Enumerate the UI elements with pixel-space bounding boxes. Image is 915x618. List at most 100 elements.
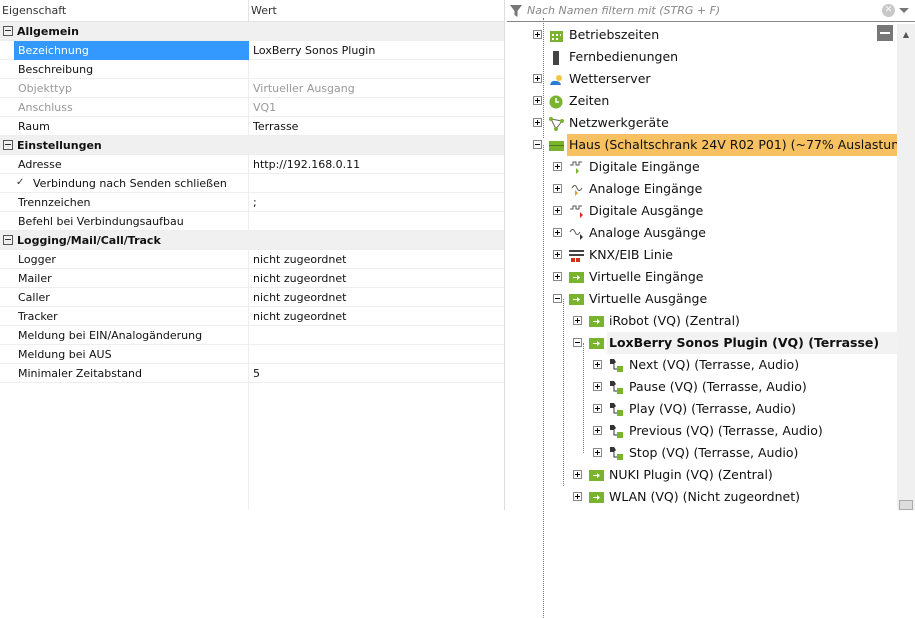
tree-item-label[interactable]: Virtuelle Eingänge xyxy=(587,266,705,288)
property-row[interactable]: Trennzeichen; xyxy=(0,193,504,212)
tree-item[interactable]: KNX/EIB Linie xyxy=(507,244,897,266)
property-value[interactable]: LoxBerry Sonos Plugin xyxy=(249,44,504,57)
property-row[interactable]: Objekttyp Virtueller Ausgang xyxy=(0,79,504,98)
expand-icon[interactable] xyxy=(553,228,562,237)
tree-item-label[interactable]: iRobot (VQ) (Zentral) xyxy=(607,310,742,332)
property-row[interactable]: Beschreibung xyxy=(0,60,504,79)
chevron-down-icon[interactable] xyxy=(899,8,909,13)
expand-icon[interactable] xyxy=(573,492,582,501)
property-value[interactable]: 5 xyxy=(249,367,504,380)
expand-icon[interactable] xyxy=(553,162,562,171)
expand-icon[interactable] xyxy=(593,448,602,457)
tree-item[interactable]: Virtuelle Eingänge xyxy=(507,266,897,288)
collapse-icon[interactable] xyxy=(3,235,13,245)
expand-icon[interactable] xyxy=(573,316,582,325)
expand-icon[interactable] xyxy=(553,206,562,215)
collapse-icon[interactable] xyxy=(553,294,562,303)
expand-icon[interactable] xyxy=(553,272,562,281)
scrollbar[interactable]: ▲ xyxy=(897,24,915,510)
tree-item[interactable]: Pause (VQ) (Terrasse, Audio) xyxy=(507,376,897,398)
property-value[interactable]: ; xyxy=(249,196,504,209)
property-row[interactable]: Meldung bei EIN/Analogänderung xyxy=(0,326,504,345)
tree-item[interactable]: Analoge Ausgänge xyxy=(507,222,897,244)
property-value[interactable]: nicht zugeordnet xyxy=(249,272,504,285)
tree-item[interactable]: Betriebszeiten xyxy=(507,24,897,46)
expand-icon[interactable] xyxy=(593,404,602,413)
tree-item-label[interactable]: Wetterserver xyxy=(567,68,653,90)
property-value[interactable]: nicht zugeordnet xyxy=(249,310,504,323)
tree-item-label[interactable]: Next (VQ) (Terrasse, Audio) xyxy=(627,354,801,376)
property-row[interactable]: Anschluss VQ1 xyxy=(0,98,504,117)
category-row[interactable]: Einstellungen xyxy=(0,136,504,155)
property-row[interactable]: Raum Terrasse xyxy=(0,117,504,136)
tree-item[interactable]: Play (VQ) (Terrasse, Audio) xyxy=(507,398,897,420)
tree-item[interactable]: Zeiten xyxy=(507,90,897,112)
tree-item-label[interactable]: Analoge Eingänge xyxy=(587,178,704,200)
property-value[interactable]: nicht zugeordnet xyxy=(249,291,504,304)
category-row[interactable]: Logging/Mail/Call/Track xyxy=(0,231,504,250)
tree-item[interactable]: WLAN (VQ) (Nicht zugeordnet) xyxy=(507,486,897,508)
tree-item[interactable]: Virtuelle Ausgänge xyxy=(507,288,897,310)
expand-icon[interactable] xyxy=(593,382,602,391)
scroll-up-icon[interactable]: ▲ xyxy=(897,30,915,39)
tree-item-label[interactable]: Fernbedienungen xyxy=(567,46,680,68)
category-row[interactable]: Allgemein xyxy=(0,22,504,41)
expand-icon[interactable] xyxy=(573,470,582,479)
tree-item[interactable]: Next (VQ) (Terrasse, Audio) xyxy=(507,354,897,376)
property-row[interactable]: Adresse http://192.168.0.11 xyxy=(0,155,504,174)
expand-icon[interactable] xyxy=(533,74,542,83)
property-row[interactable]: ✓ Verbindung nach Senden schließen xyxy=(0,174,504,193)
property-row[interactable]: Befehl bei Verbindungsaufbau xyxy=(0,212,504,231)
property-value[interactable]: VQ1 xyxy=(249,101,504,114)
property-row[interactable]: Logger nicht zugeordnet xyxy=(0,250,504,269)
tree-item-label[interactable]: Analoge Ausgänge xyxy=(587,222,708,244)
tree-item-label[interactable]: Betriebszeiten xyxy=(567,24,661,46)
tree-item-label[interactable]: Play (VQ) (Terrasse, Audio) xyxy=(627,398,798,420)
tree-item[interactable]: Netzwerkgeräte xyxy=(507,112,897,134)
tree-item[interactable]: iRobot (VQ) (Zentral) xyxy=(507,310,897,332)
expand-icon[interactable] xyxy=(553,250,562,259)
filter-input[interactable]: Nach Namen filtern mit (STRG + F) xyxy=(527,4,882,17)
collapse-icon[interactable] xyxy=(573,338,582,347)
expand-icon[interactable] xyxy=(593,360,602,369)
checkbox[interactable]: ✓ xyxy=(16,177,27,189)
property-value[interactable]: nicht zugeordnet xyxy=(249,253,504,266)
property-row[interactable]: Mailer nicht zugeordnet xyxy=(0,269,504,288)
tree-item[interactable]: Wetterserver xyxy=(507,68,897,90)
scrollbar-thumb[interactable] xyxy=(899,500,913,510)
tree-item-label[interactable]: NUKI Plugin (VQ) (Zentral) xyxy=(607,464,775,486)
expand-icon[interactable] xyxy=(593,426,602,435)
tree-item[interactable]: NUKI Plugin (VQ) (Zentral) xyxy=(507,464,897,486)
tree-item-label[interactable]: Previous (VQ) (Terrasse, Audio) xyxy=(627,420,825,442)
tree-item-label[interactable]: Zeiten xyxy=(567,90,611,112)
expand-icon[interactable] xyxy=(553,184,562,193)
tree-item[interactable]: Fernbedienungen xyxy=(507,46,897,68)
tree-item[interactable]: Stop (VQ) (Terrasse, Audio) xyxy=(507,442,897,464)
collapse-icon[interactable] xyxy=(3,26,13,36)
tree-item[interactable]: Digitale Ausgänge xyxy=(507,200,897,222)
tree-item-label[interactable]: WLAN (VQ) (Nicht zugeordnet) xyxy=(607,486,802,508)
property-row[interactable]: Meldung bei AUS xyxy=(0,345,504,364)
property-row[interactable]: Bezeichnung LoxBerry Sonos Plugin xyxy=(0,40,504,60)
tree-item-label[interactable]: Netzwerkgeräte xyxy=(567,112,671,134)
filter-bar[interactable]: Nach Namen filtern mit (STRG + F) ✕ xyxy=(507,0,915,22)
tree-item-label[interactable]: KNX/EIB Linie xyxy=(587,244,675,266)
collapse-icon[interactable] xyxy=(533,140,542,149)
tree-item-label[interactable]: Virtuelle Ausgänge xyxy=(587,288,709,310)
clear-filter-icon[interactable]: ✕ xyxy=(882,4,895,17)
expand-icon[interactable] xyxy=(533,30,542,39)
property-row[interactable]: Minimaler Zeitabstand 5 xyxy=(0,364,504,383)
expand-icon[interactable] xyxy=(533,118,542,127)
tree-item-label[interactable]: Pause (VQ) (Terrasse, Audio) xyxy=(627,376,809,398)
collapse-icon[interactable] xyxy=(3,140,13,150)
property-value[interactable]: Virtueller Ausgang xyxy=(249,82,504,95)
column-header-property[interactable]: Eigenschaft xyxy=(0,0,249,21)
column-header-value[interactable]: Wert xyxy=(249,0,279,21)
property-value[interactable]: Terrasse xyxy=(249,120,504,133)
tree-item-label[interactable]: Digitale Ausgänge xyxy=(587,200,705,222)
tree-item-label[interactable]: Haus (Schaltschrank 24V R02 P01) (~77% A… xyxy=(567,134,914,156)
tree-item[interactable]: LoxBerry Sonos Plugin (VQ) (Terrasse) xyxy=(507,332,900,354)
collapse-all-button[interactable] xyxy=(877,25,893,41)
expand-icon[interactable] xyxy=(533,96,542,105)
tree-item[interactable]: Analoge Eingänge xyxy=(507,178,897,200)
